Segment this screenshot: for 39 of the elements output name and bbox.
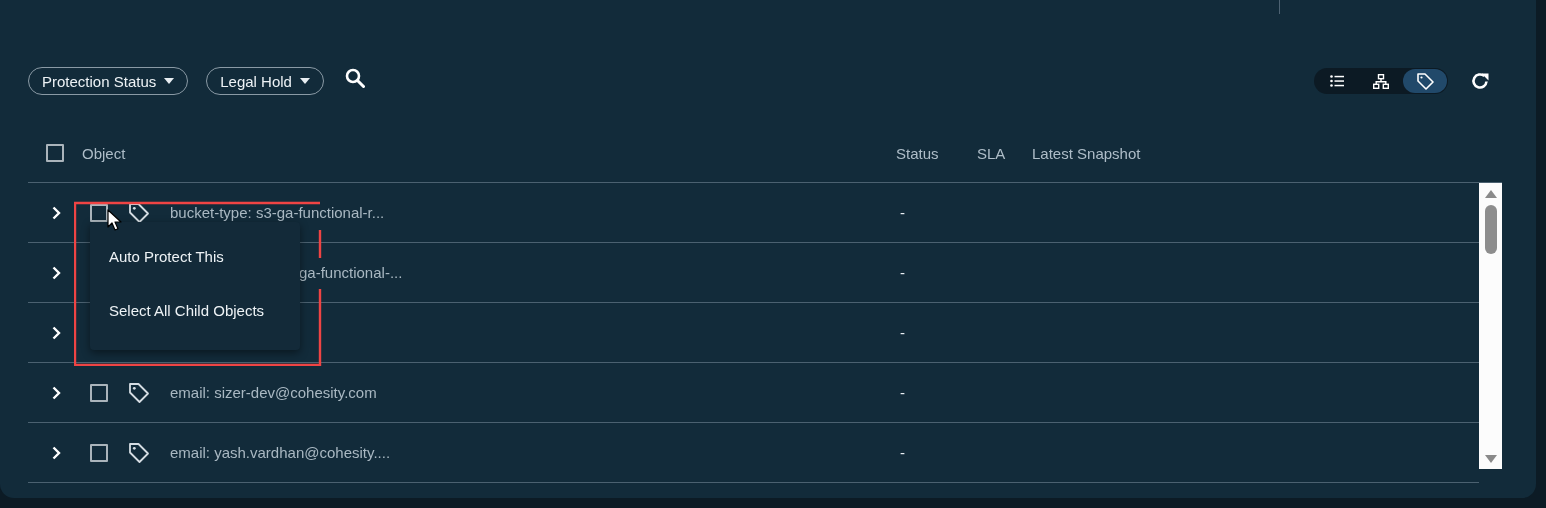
list-icon	[1330, 75, 1344, 87]
status-cell-text: -	[899, 384, 905, 401]
status-cell-text: -	[899, 204, 905, 221]
tag-icon	[128, 441, 150, 464]
object-name: ga-functional-...	[299, 264, 403, 281]
scrollbar[interactable]	[1479, 183, 1502, 469]
expand-chevron-icon[interactable]	[52, 205, 61, 220]
select-all-checkbox[interactable]	[46, 144, 64, 162]
expand-chevron-icon[interactable]	[52, 265, 61, 280]
column-header: Object	[82, 144, 126, 162]
scroll-down-icon[interactable]	[1484, 455, 1497, 463]
status-cell-text: -	[899, 264, 905, 281]
tag-icon	[1416, 72, 1434, 90]
tag-icon	[128, 381, 150, 404]
search-icon[interactable]	[344, 68, 365, 88]
expand-chevron-icon[interactable]	[52, 385, 61, 400]
object-name: bucket-type: s3-ga-functional-r...	[170, 204, 385, 221]
hierarchy-icon	[1373, 73, 1389, 89]
status-cell-text: -	[899, 444, 905, 461]
menu-item[interactable]: Auto Protect This	[90, 248, 300, 266]
pointer-cursor-icon	[107, 209, 122, 231]
caret-icon	[299, 78, 310, 84]
expand-chevron-icon[interactable]	[52, 325, 61, 340]
row-checkbox[interactable]	[90, 443, 108, 462]
expand-chevron-icon[interactable]	[52, 445, 61, 460]
column-header: SLA	[977, 144, 1007, 162]
view-tab[interactable]	[1403, 69, 1447, 93]
refresh-icon[interactable]	[1470, 71, 1490, 91]
column-header: Latest Snapshot	[1032, 144, 1141, 162]
row-checkbox[interactable]	[90, 383, 108, 402]
object-name: email: yash.vardhan@cohesity....	[170, 444, 391, 461]
caret-icon	[164, 78, 175, 84]
column-header: Status	[896, 144, 940, 162]
scroll-up-icon[interactable]	[1484, 190, 1497, 198]
object-name: email: sizer-dev@cohesity.com	[170, 384, 377, 401]
menu-item[interactable]: Select All Child Objects	[90, 302, 300, 320]
scroll-thumb[interactable]	[1484, 205, 1497, 254]
tag-icon	[128, 201, 150, 224]
status-cell-text: -	[899, 324, 905, 341]
